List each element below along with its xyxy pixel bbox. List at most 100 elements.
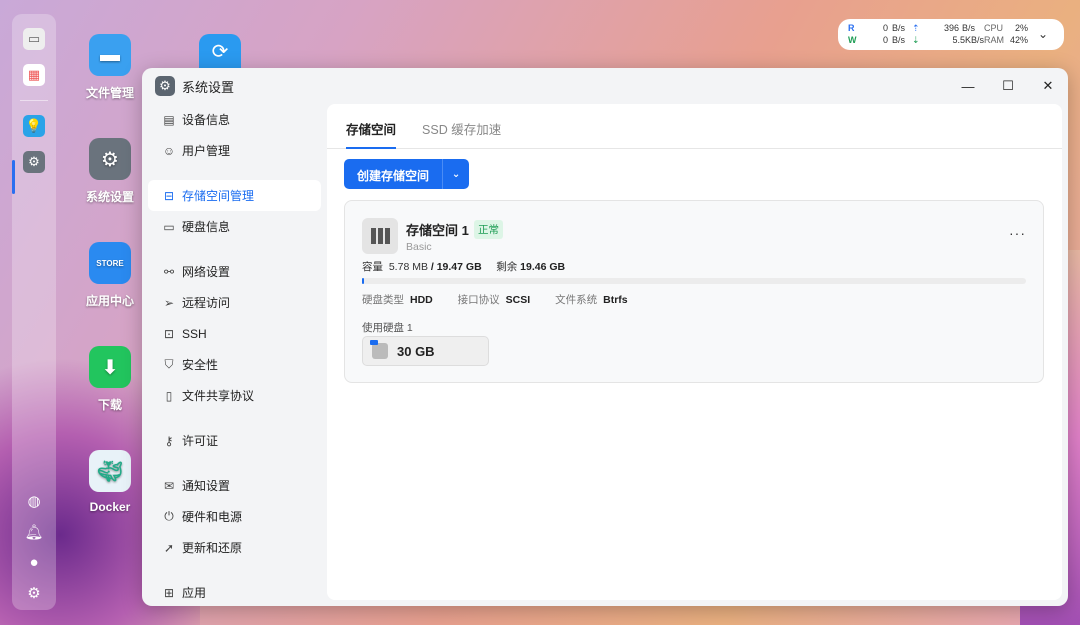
sidebar-item-label: 硬盘信息 — [182, 220, 231, 234]
pool-name: 存储空间 1 — [406, 223, 469, 238]
sidebar-item-apps[interactable]: ⊞ 应用 — [148, 577, 321, 606]
ram-value: 42% — [1009, 35, 1028, 46]
sidebar-item-label: 更新和还原 — [182, 541, 243, 555]
device-icon: ▤ — [163, 112, 175, 127]
more-options-icon[interactable]: ··· — [1009, 225, 1026, 241]
desktop-icon-docker[interactable]: 🐳︎ Docker — [75, 450, 145, 514]
sidebar-item-remote[interactable]: ➢ 远程访问 — [148, 287, 321, 318]
upload-rate: 396 — [943, 22, 959, 33]
sync-icon[interactable]: ⟳ — [199, 34, 241, 68]
sidebar-item-notifications[interactable]: ✉ 通知设置 — [148, 470, 321, 501]
capacity-row: 容量 5.78 MB / 19.47 GB 剩余 19.46 GB — [362, 259, 565, 274]
write-label: W — [848, 35, 857, 46]
storage-icon: ⊟ — [163, 188, 175, 203]
chevron-down-icon[interactable]: ⌄ — [442, 159, 469, 189]
network-icon: ⚯ — [163, 264, 175, 279]
dock-user-icon[interactable]: ● — [29, 554, 38, 571]
desktop-icon-files[interactable]: ▬ 文件管理 — [75, 34, 145, 101]
remaining-label: 剩余 — [496, 261, 518, 273]
dock-apps-icon[interactable]: ▦ — [23, 64, 45, 86]
sidebar-item-label: 文件共享协议 — [182, 389, 255, 403]
send-icon: ➢ — [163, 295, 175, 310]
sidebar-item-label: 许可证 — [182, 434, 219, 448]
mail-icon: ✉ — [163, 478, 175, 493]
disk-chip[interactable]: 30 GB — [362, 336, 489, 366]
pool-type: Basic — [406, 241, 432, 253]
desktop-icon-label: 文件管理 — [85, 86, 134, 100]
filesystem-label: 文件系统 — [555, 294, 598, 306]
sidebar-item-file-sharing[interactable]: ▯ 文件共享协议 — [148, 380, 321, 411]
filesystem-value: Btrfs — [603, 294, 628, 306]
cpu-label: CPU — [984, 22, 1004, 33]
sidebar-item-security[interactable]: ⛉ 安全性 — [148, 349, 321, 380]
sidebar-item-label: 应用 — [182, 586, 207, 600]
sidebar-item-license[interactable]: ⚷ 许可证 — [148, 425, 321, 456]
used-value: 5.78 MB — [388, 261, 428, 273]
folder-icon: ▬ — [89, 34, 131, 76]
tab-bar: 存储空间 SSD 缓存加速 — [327, 104, 1062, 149]
desktop-icon-settings[interactable]: ⚙ 系统设置 — [75, 138, 145, 205]
window-title: 系统设置 — [182, 79, 235, 95]
settings-sidebar: ▤ 设备信息 ☺ 用户管理 ⊟ 存储空间管理 ▭ 硬盘信息 ⚯ 网络设置 ➢ 远程访问 ⊡ S… — [142, 104, 327, 606]
sidebar-item-device-info[interactable]: ▤ 设备信息 — [148, 104, 321, 135]
dock-settings-icon[interactable]: ⚙ — [23, 151, 45, 173]
desktop-icon-download[interactable]: ⬇ 下载 — [75, 346, 145, 413]
sidebar-item-label: 通知设置 — [182, 479, 231, 493]
desktop-icon-label: Docker — [89, 500, 131, 514]
sidebar-item-label: 网络设置 — [182, 265, 231, 279]
network-monitor-widget[interactable]: R 0 B/s ⇡ 396 B/s CPU 2% ⌄ W 0 B/s ⇣ 5.5… — [838, 19, 1064, 50]
usage-progress-fill — [362, 278, 364, 284]
sidebar-item-label: 硬件和电源 — [182, 510, 243, 524]
sidebar-item-storage[interactable]: ⊟ 存储空间管理 — [148, 180, 321, 211]
title-bar[interactable]: ⚙ 系统设置 — [142, 68, 1068, 104]
dock: ▭ ▦ 💡 ⚙ ◍ 🔔︎ ● ⚙ — [12, 14, 56, 610]
disk-type-value: HDD — [410, 294, 433, 306]
sidebar-item-disk-info[interactable]: ▭ 硬盘信息 — [148, 211, 321, 242]
interface-value: SCSI — [505, 294, 531, 306]
remaining-value: 19.46 GB — [520, 261, 566, 273]
sidebar-item-hardware-power[interactable]: ⏻ 硬件和电源 — [148, 501, 321, 532]
sidebar-item-update[interactable]: ➚ 更新和还原 — [148, 532, 321, 563]
sidebar-item-users[interactable]: ☺ 用户管理 — [148, 135, 321, 166]
tab-ssd-cache[interactable]: SSD 缓存加速 — [422, 104, 501, 149]
create-storage-button[interactable]: 创建存储空间 — [344, 159, 442, 189]
sidebar-item-network[interactable]: ⚯ 网络设置 — [148, 256, 321, 287]
file-icon: ▯ — [165, 388, 173, 403]
storage-pool-card[interactable]: 存储空间 1 正常 Basic ··· 容量 5.78 MB / 19.47 G… — [344, 200, 1044, 383]
dock-divider — [20, 100, 48, 101]
storage-panel: 存储空间 SSD 缓存加速 创建存储空间 ⌄ 存储空间 1 正常 Basic ·… — [327, 104, 1062, 600]
sidebar-item-label: 用户管理 — [182, 144, 231, 158]
upload-icon: ⇡ — [912, 22, 920, 33]
usage-progress-bar — [362, 278, 1026, 284]
sidebar-item-label: 设备信息 — [182, 113, 231, 127]
used-disks-label: 使用硬盘 1 — [362, 322, 413, 334]
sidebar-item-label: 存储空间管理 — [182, 189, 255, 203]
dock-monitor-icon[interactable]: ◍ — [27, 492, 40, 510]
dock-tips-icon[interactable]: 💡 — [23, 115, 45, 137]
sidebar-item-label: SSH — [182, 326, 207, 341]
download-rate: 5.5KB/s — [952, 35, 984, 46]
disk-icon: ▭ — [163, 219, 175, 234]
dock-bell-icon[interactable]: 🔔︎ — [24, 523, 43, 541]
power-icon: ⏻ — [164, 509, 174, 523]
capacity-label: 容量 — [362, 261, 383, 273]
minimize-button[interactable]: — — [948, 68, 988, 104]
apps-icon: ⊞ — [163, 585, 175, 600]
hard-disk-icon — [370, 340, 388, 359]
sidebar-item-ssh[interactable]: ⊡ SSH — [148, 318, 321, 349]
user-icon: ☺ — [162, 143, 176, 158]
dock-desktop-icon[interactable]: ▭ — [23, 28, 45, 50]
terminal-icon: ⊡ — [163, 326, 175, 341]
chevron-double-down-icon[interactable]: ⌄ — [1028, 28, 1048, 40]
create-storage-split-button: 创建存储空间 ⌄ — [344, 159, 470, 189]
maximize-button[interactable]: ☐ — [988, 68, 1028, 104]
tab-storage[interactable]: 存储空间 — [346, 104, 397, 149]
close-button[interactable]: ✕ — [1028, 68, 1068, 104]
read-label: R — [848, 22, 855, 33]
docker-icon: 🐳︎ — [89, 450, 131, 492]
write-unit: B/s — [892, 35, 906, 46]
desktop-icon-appcenter[interactable]: STORE 应用中心 — [75, 242, 145, 309]
dock-gear-icon[interactable]: ⚙ — [27, 584, 40, 602]
key-icon: ⚷ — [164, 433, 174, 448]
settings-icon: ⚙ — [89, 138, 131, 180]
